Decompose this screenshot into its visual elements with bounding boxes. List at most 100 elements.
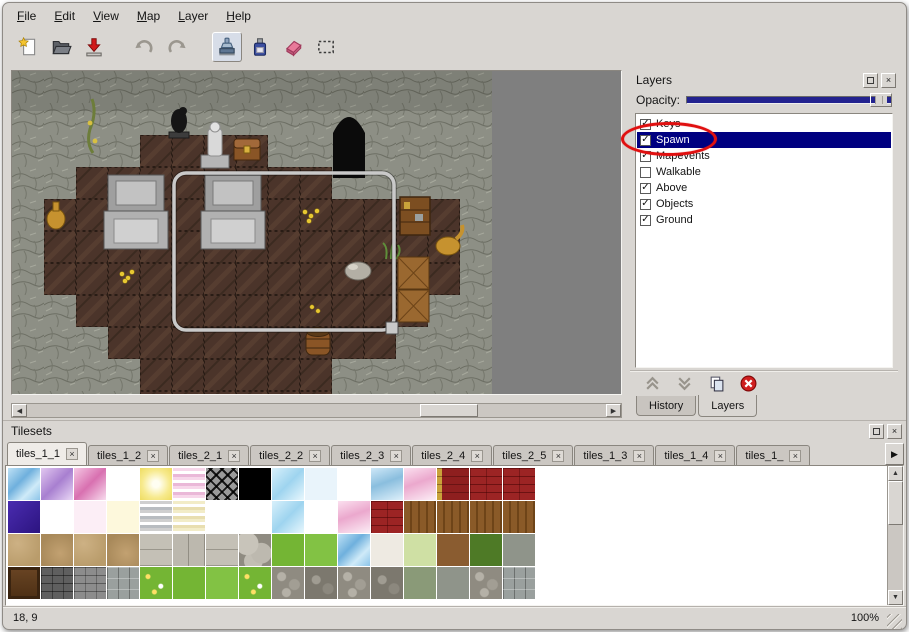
tile-grass-dark[interactable] bbox=[470, 534, 502, 566]
tile-black[interactable] bbox=[239, 468, 271, 500]
tile-pale-yellow[interactable] bbox=[107, 501, 139, 533]
tab-layers[interactable]: Layers bbox=[698, 395, 757, 417]
duplicate-layer-button[interactable] bbox=[706, 374, 726, 394]
tile-pale-pink[interactable] bbox=[74, 501, 106, 533]
tile-stone-gray[interactable] bbox=[437, 567, 469, 599]
tile-grass-pale[interactable] bbox=[404, 534, 436, 566]
layer-row-objects[interactable]: ✓ Objects bbox=[637, 196, 891, 212]
tile-grass-flowers[interactable] bbox=[239, 567, 271, 599]
tab-close-icon[interactable]: × bbox=[714, 450, 726, 462]
layer-row-ground[interactable]: ✓ Ground bbox=[637, 212, 891, 228]
tile-water-cyan[interactable] bbox=[272, 501, 304, 533]
tile-stripe-gray[interactable] bbox=[140, 501, 172, 533]
tileset-tab-tiles_1_[interactable]: tiles_1_ × bbox=[736, 445, 810, 465]
layer-visibility-checkbox[interactable]: ✓ bbox=[640, 151, 651, 162]
vscroll-track[interactable] bbox=[888, 481, 903, 590]
scroll-down-arrow-icon[interactable]: ▼ bbox=[888, 590, 903, 605]
tab-close-icon[interactable]: × bbox=[789, 450, 801, 462]
tile-wood[interactable] bbox=[503, 501, 535, 533]
tab-close-icon[interactable]: × bbox=[147, 450, 159, 462]
delete-layer-button[interactable] bbox=[738, 374, 758, 394]
redo-button[interactable] bbox=[162, 32, 192, 62]
tile-brick-red[interactable] bbox=[470, 468, 502, 500]
layer-visibility-checkbox[interactable]: ✓ bbox=[640, 215, 651, 226]
menu-help[interactable]: Help bbox=[218, 6, 259, 26]
tile-water-pink2[interactable] bbox=[404, 468, 436, 500]
layer-row-spawn[interactable]: ✓ Spawn bbox=[637, 132, 891, 148]
tile-white[interactable] bbox=[239, 501, 271, 533]
tileset-tab-tiles_1_1[interactable]: tiles_1_1 × bbox=[7, 442, 87, 465]
tile-brick-red[interactable] bbox=[503, 468, 535, 500]
vscroll-thumb[interactable] bbox=[888, 481, 903, 525]
tile-wood[interactable] bbox=[404, 501, 436, 533]
opacity-slider-track[interactable] bbox=[686, 96, 892, 104]
layer-visibility-checkbox[interactable]: ✓ bbox=[640, 119, 651, 130]
tileset-vertical-scrollbar[interactable]: ▲ ▼ bbox=[887, 466, 903, 605]
tile-cobble[interactable] bbox=[239, 534, 271, 566]
tileset-tab-tiles_2_3[interactable]: tiles_2_3 × bbox=[331, 445, 411, 465]
tab-close-icon[interactable]: × bbox=[633, 450, 645, 462]
opacity-slider[interactable] bbox=[686, 93, 892, 107]
stamp-tool-button[interactable] bbox=[212, 32, 242, 62]
tile-brick-red[interactable] bbox=[371, 501, 403, 533]
tile-water-purple[interactable] bbox=[41, 468, 73, 500]
tile-pave[interactable] bbox=[140, 534, 172, 566]
layer-row-above[interactable]: ✓ Above bbox=[637, 180, 891, 196]
tileset-tab-tiles_2_5[interactable]: tiles_2_5 × bbox=[493, 445, 573, 465]
tile-grass[interactable] bbox=[173, 567, 205, 599]
tile-gravel[interactable] bbox=[338, 567, 370, 599]
menu-map[interactable]: Map bbox=[129, 6, 168, 26]
tile-panel-brown[interactable] bbox=[8, 567, 40, 599]
menu-file[interactable]: File bbox=[9, 6, 44, 26]
tile-gravel2[interactable] bbox=[305, 567, 337, 599]
tile-pave2[interactable] bbox=[173, 534, 205, 566]
tile-brick-dark[interactable] bbox=[41, 567, 73, 599]
map-view[interactable] bbox=[11, 70, 622, 395]
map-canvas[interactable] bbox=[12, 71, 492, 394]
tile-dirt-brown[interactable] bbox=[437, 534, 469, 566]
layer-row-mapevents[interactable]: ✓ Mapevents bbox=[637, 148, 891, 164]
tile-stone-blocks[interactable] bbox=[107, 567, 139, 599]
tile-brick-trim[interactable] bbox=[437, 468, 469, 500]
menu-edit[interactable]: Edit bbox=[46, 6, 83, 26]
tile-gravel[interactable] bbox=[272, 567, 304, 599]
save-button[interactable] bbox=[79, 32, 109, 62]
map-horizontal-scrollbar[interactable]: ◀ ▶ bbox=[11, 403, 622, 418]
tile-pale-blue[interactable] bbox=[305, 468, 337, 500]
fill-tool-button[interactable] bbox=[245, 32, 275, 62]
hscroll-thumb[interactable] bbox=[420, 404, 478, 417]
close-panel-button[interactable]: × bbox=[881, 73, 896, 88]
open-button[interactable] bbox=[46, 32, 76, 62]
tile-white[interactable] bbox=[206, 501, 238, 533]
tab-close-icon[interactable]: × bbox=[390, 450, 402, 462]
tile-wood[interactable] bbox=[437, 501, 469, 533]
layer-visibility-checkbox[interactable]: ✓ bbox=[640, 135, 651, 146]
tab-close-icon[interactable]: × bbox=[552, 450, 564, 462]
float-panel-button[interactable] bbox=[869, 424, 884, 439]
tileset-tab-tiles_2_4[interactable]: tiles_2_4 × bbox=[412, 445, 492, 465]
tab-close-icon[interactable]: × bbox=[228, 450, 240, 462]
scroll-up-arrow-icon[interactable]: ▲ bbox=[888, 466, 903, 481]
tile-dirt-tan2[interactable] bbox=[107, 534, 139, 566]
tile-lattice[interactable] bbox=[206, 468, 238, 500]
opacity-slider-handle[interactable] bbox=[870, 93, 892, 107]
new-file-button[interactable] bbox=[13, 32, 43, 62]
tile-white[interactable] bbox=[41, 501, 73, 533]
undo-button[interactable] bbox=[129, 32, 159, 62]
tile-white[interactable] bbox=[338, 468, 370, 500]
tile-water-pink[interactable] bbox=[74, 468, 106, 500]
menu-view[interactable]: View bbox=[85, 6, 127, 26]
tileset-tab-tiles_2_2[interactable]: tiles_2_2 × bbox=[250, 445, 330, 465]
float-panel-button[interactable] bbox=[863, 73, 878, 88]
tile-stone-gray[interactable] bbox=[503, 534, 535, 566]
layer-row-walkable[interactable]: ✓ Walkable bbox=[637, 164, 891, 180]
tile-grass-flowers[interactable] bbox=[140, 567, 172, 599]
move-layer-down-button[interactable] bbox=[674, 374, 694, 394]
tile-glow[interactable] bbox=[140, 468, 172, 500]
move-layer-up-button[interactable] bbox=[642, 374, 662, 394]
tile-grass2[interactable] bbox=[206, 567, 238, 599]
tile-pale-tile[interactable] bbox=[371, 534, 403, 566]
tab-close-icon[interactable]: × bbox=[66, 448, 78, 460]
tile-brick-gray[interactable] bbox=[74, 567, 106, 599]
tileset-tab-tiles_2_1[interactable]: tiles_2_1 × bbox=[169, 445, 249, 465]
